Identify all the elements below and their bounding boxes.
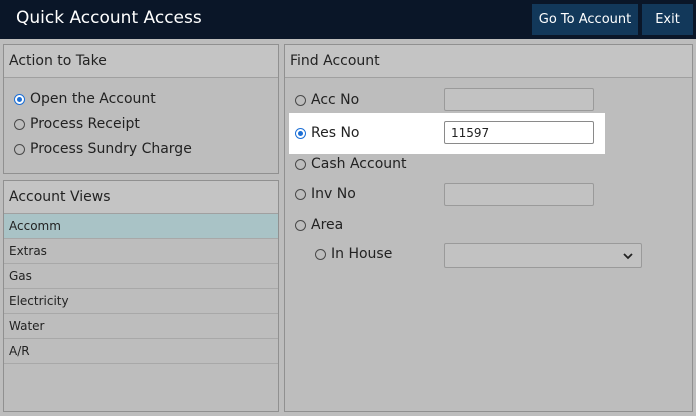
view-item-ar[interactable]: A/R	[4, 339, 278, 364]
radio-icon[interactable]	[315, 248, 326, 260]
option-label: Process Sundry Charge	[30, 141, 192, 157]
exit-button[interactable]: Exit	[642, 4, 693, 35]
view-item-extras[interactable]: Extras	[4, 239, 278, 264]
radio-icon[interactable]	[295, 158, 306, 170]
account-views-list: Accomm Extras Gas Electricity Water A/R	[4, 214, 278, 364]
action-panel-title: Action to Take	[4, 45, 278, 78]
inv-no-label: Inv No	[311, 186, 356, 202]
cash-account-option[interactable]: Cash Account	[295, 156, 407, 172]
option-label: Process Receipt	[30, 116, 140, 132]
view-item-electricity[interactable]: Electricity	[4, 289, 278, 314]
area-label: Area	[311, 217, 344, 233]
action-panel: Action to Take Open the Account Process …	[3, 44, 279, 174]
inv-no-input[interactable]	[444, 183, 594, 206]
res-no-option[interactable]: Res No	[295, 125, 360, 141]
chevron-down-icon[interactable]	[623, 249, 633, 263]
radio-icon[interactable]	[14, 118, 25, 130]
radio-checked-icon[interactable]	[295, 127, 306, 139]
radio-icon[interactable]	[295, 94, 306, 106]
option-label: Open the Account	[30, 91, 156, 107]
go-to-account-button[interactable]: Go To Account	[532, 4, 638, 35]
res-no-label: Res No	[311, 125, 360, 141]
radio-checked-icon[interactable]	[14, 93, 25, 105]
in-house-select[interactable]	[444, 243, 642, 268]
radio-icon[interactable]	[295, 219, 306, 231]
radio-icon[interactable]	[295, 188, 306, 200]
in-house-label: In House	[331, 246, 393, 262]
radio-icon[interactable]	[14, 143, 25, 155]
account-views-panel: Account Views Accomm Extras Gas Electric…	[3, 180, 279, 412]
inv-no-option[interactable]: Inv No	[295, 186, 356, 202]
area-option[interactable]: Area	[295, 217, 343, 233]
view-item-accomm[interactable]: Accomm	[4, 214, 278, 239]
cash-account-label: Cash Account	[311, 156, 407, 172]
option-process-sundry-charge[interactable]: Process Sundry Charge	[14, 141, 192, 157]
acc-no-option[interactable]: Acc No	[295, 92, 359, 108]
acc-no-label: Acc No	[311, 92, 360, 108]
title-bar: Quick Account Access Go To Account Exit	[0, 0, 696, 39]
in-house-option[interactable]: In House	[315, 246, 392, 262]
option-process-receipt[interactable]: Process Receipt	[14, 116, 140, 132]
option-open-account[interactable]: Open the Account	[14, 91, 156, 107]
app-title: Quick Account Access	[16, 8, 202, 28]
account-views-title: Account Views	[4, 181, 278, 214]
res-no-input[interactable]	[444, 121, 594, 144]
view-item-gas[interactable]: Gas	[4, 264, 278, 289]
acc-no-input[interactable]	[444, 88, 594, 111]
view-item-water[interactable]: Water	[4, 314, 278, 339]
find-account-title: Find Account	[285, 45, 692, 78]
